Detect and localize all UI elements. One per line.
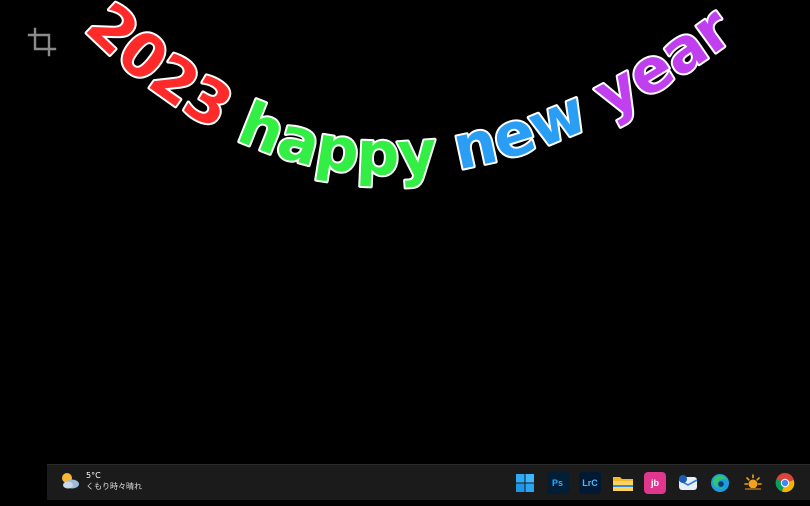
mail-icon <box>678 475 697 490</box>
jb-app-icon: jb <box>651 477 659 488</box>
edge-icon <box>711 474 729 492</box>
taskbar-file-explorer[interactable] <box>612 472 634 494</box>
taskbar-jb-app[interactable]: jb <box>644 472 666 494</box>
canvas: 2023 happy new year 5°C くもり時々晴れ Ps LrC j… <box>0 0 810 506</box>
windows-start-icon <box>516 474 534 492</box>
taskbar-start-button[interactable] <box>514 472 536 494</box>
taskbar-chrome[interactable] <box>774 472 796 494</box>
weather-widget[interactable]: 5°C くもり時々晴れ <box>59 470 142 492</box>
arc-word-2023: 2023 <box>73 0 244 143</box>
arc-text-graphic: 2023 happy new year <box>71 0 747 192</box>
taskbar-edge[interactable] <box>709 472 731 494</box>
taskbar-photoshop[interactable]: Ps <box>546 472 569 494</box>
photoshop-icon: Ps <box>551 477 563 488</box>
partly-cloudy-icon <box>59 470 81 492</box>
taskbar-apps: Ps LrC jb <box>514 469 807 497</box>
arc-word-year: year <box>583 0 745 131</box>
taskbar: 5°C くもり時々晴れ Ps LrC jb <box>47 464 810 500</box>
weather-temperature: 5°C <box>86 471 101 480</box>
taskbar-sun-app[interactable] <box>742 472 764 494</box>
sun-icon <box>743 474 762 490</box>
taskbar-mail[interactable] <box>677 472 699 494</box>
taskbar-lightroom-classic[interactable]: LrC <box>579 472 601 494</box>
chrome-icon <box>775 472 795 493</box>
weather-condition: くもり時々晴れ <box>86 482 142 491</box>
lightroom-classic-icon: LrC <box>582 477 598 488</box>
folder-icon <box>612 477 633 491</box>
arc-text: 2023 happy new year <box>73 0 745 190</box>
arc-word-happy: happy <box>229 89 439 191</box>
arc-word-new: new <box>447 77 596 185</box>
